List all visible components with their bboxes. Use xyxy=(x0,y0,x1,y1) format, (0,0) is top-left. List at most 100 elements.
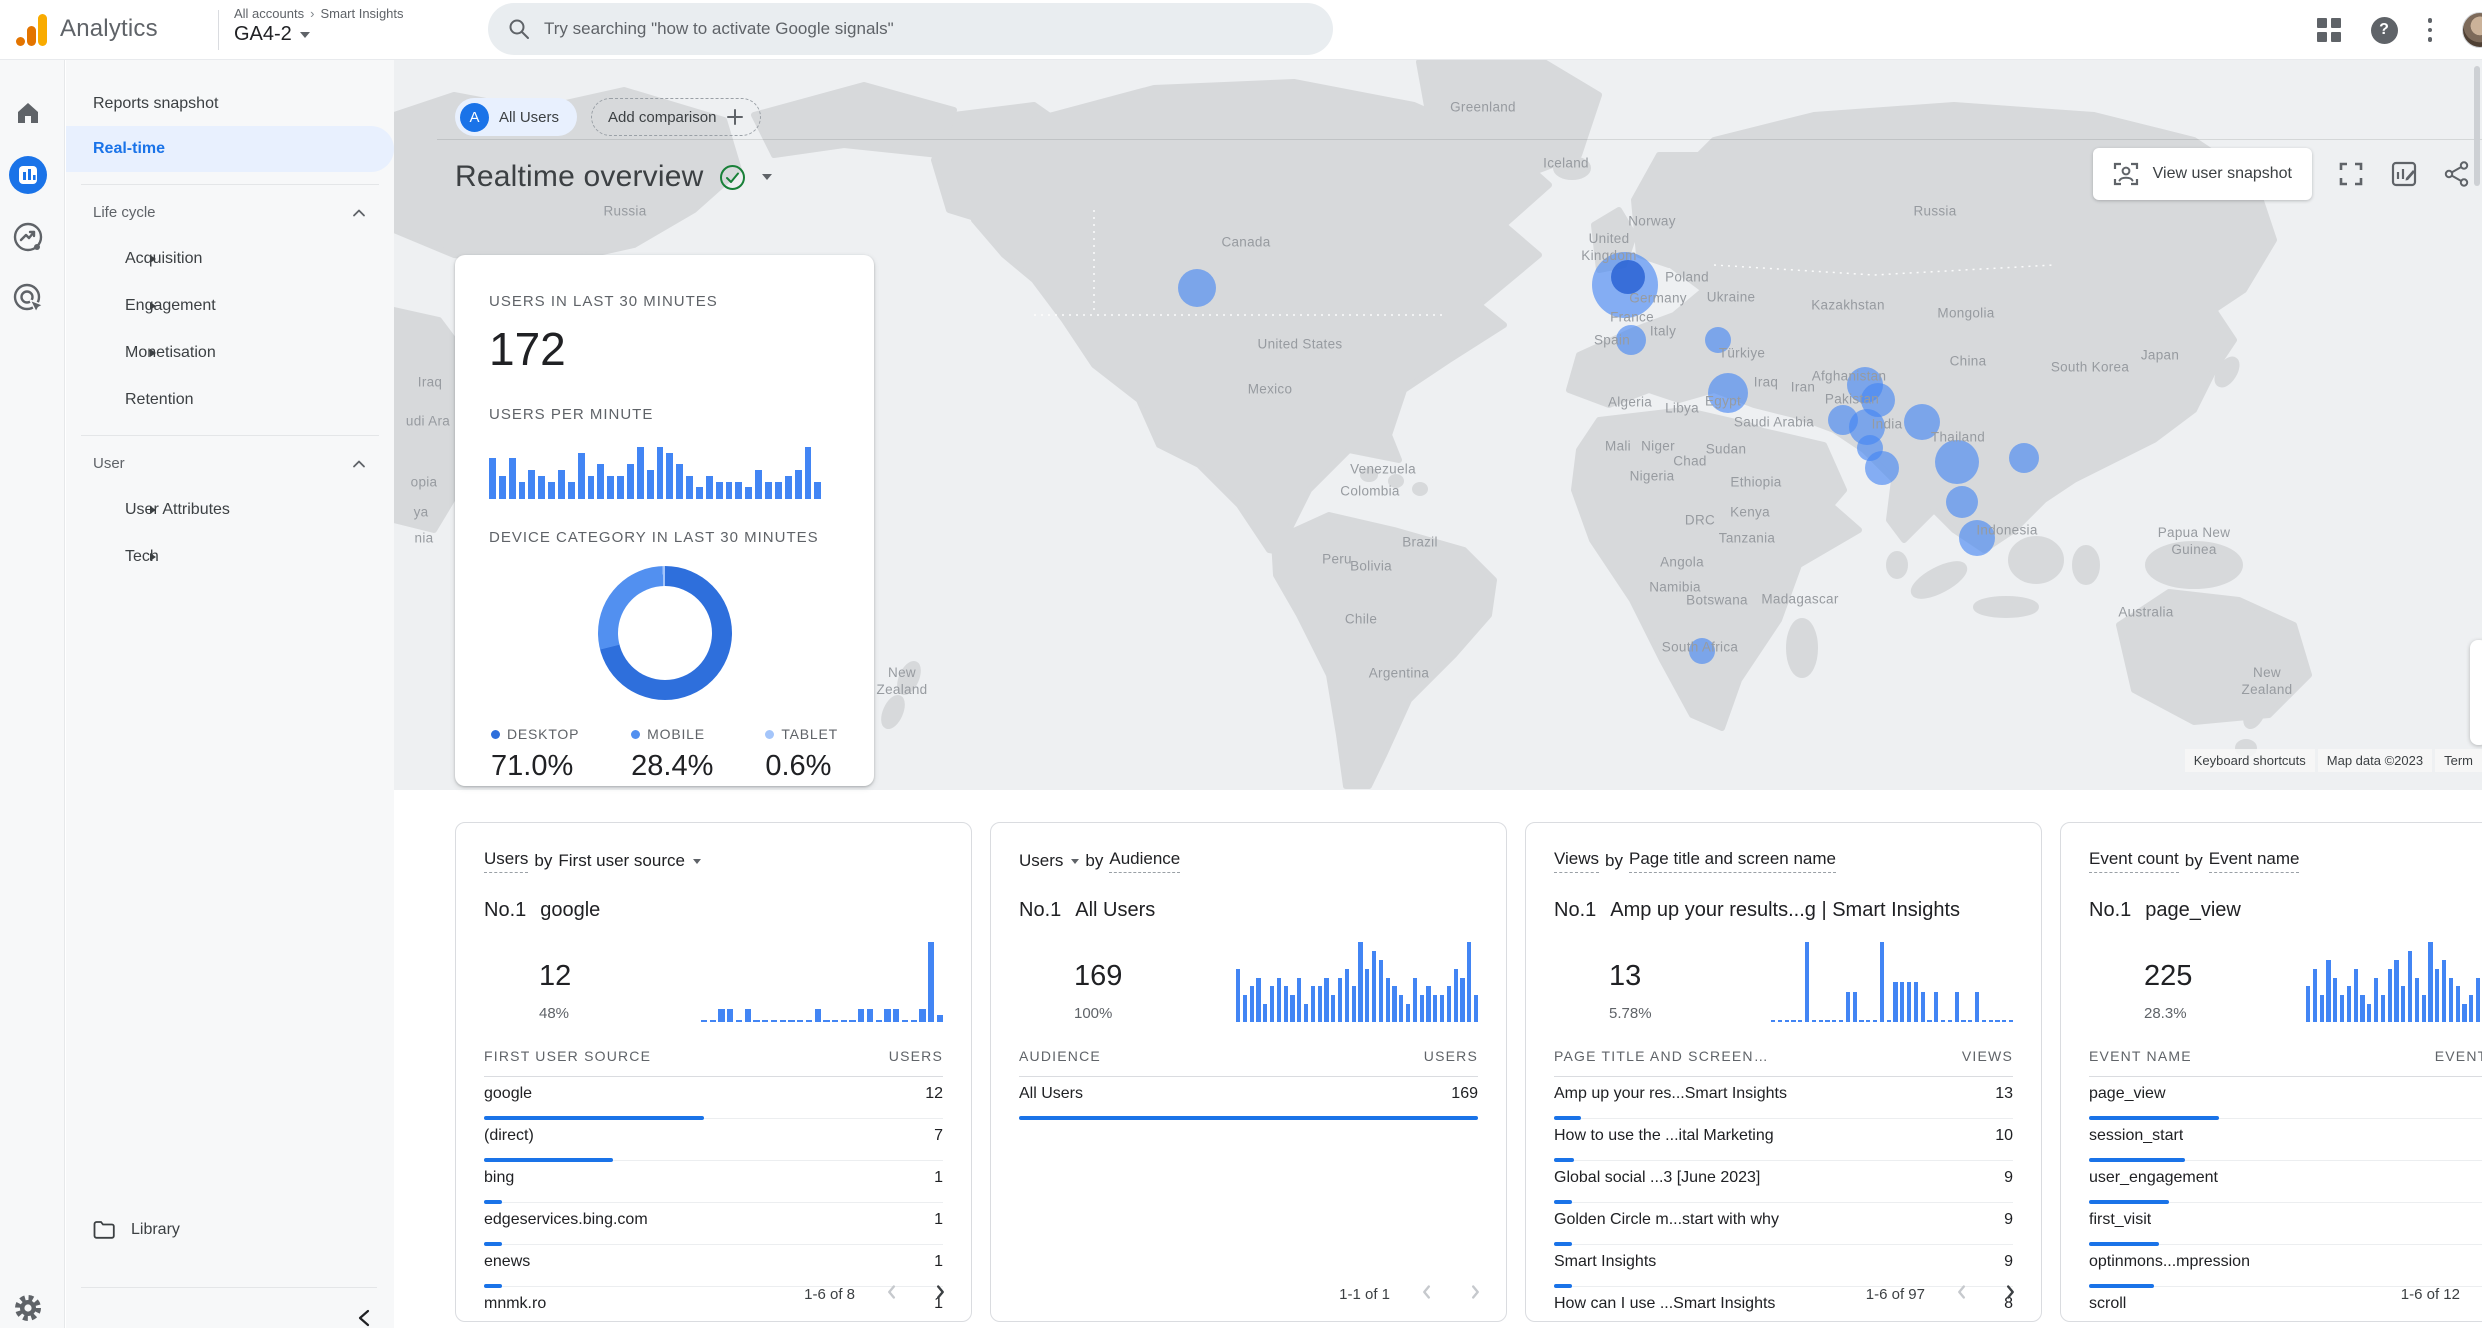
next-page-icon[interactable] xyxy=(1999,1281,2021,1303)
search-bar[interactable] xyxy=(488,3,1333,55)
sparkline-bar xyxy=(1798,1020,1802,1022)
card-title-part[interactable]: Views xyxy=(1554,849,1599,873)
per-minute-bar xyxy=(706,476,713,499)
home-nav-button[interactable] xyxy=(8,93,48,133)
sparkline-bar xyxy=(762,1020,768,1022)
sidebar-item-acquisition[interactable]: Acquisition xyxy=(66,235,394,282)
add-comparison-button[interactable]: Add comparison xyxy=(591,98,761,136)
row-value: 1 xyxy=(934,1253,943,1271)
card-title-part[interactable]: Event name xyxy=(2209,849,2300,873)
reports-nav-button[interactable] xyxy=(8,155,48,195)
sidebar-section-header[interactable]: Life cycle xyxy=(66,189,394,235)
sidebar-item-user-attributes[interactable]: User Attributes xyxy=(66,486,394,533)
sidebar-item-monetisation[interactable]: Monetisation xyxy=(66,329,394,376)
dropdown-caret-icon[interactable] xyxy=(1071,859,1079,864)
apps-grid-icon[interactable] xyxy=(2317,18,2341,42)
fullscreen-icon[interactable] xyxy=(2338,161,2364,187)
card-title-part[interactable]: Users xyxy=(1019,851,1063,871)
sidebar-item-realtime-active[interactable]: Real-time xyxy=(66,126,394,172)
rank-value: page_view xyxy=(2145,899,2241,922)
user-avatar[interactable] xyxy=(2462,12,2482,48)
card-title-part[interactable]: Users xyxy=(484,849,528,873)
view-user-snapshot-button[interactable]: View user snapshot xyxy=(2093,148,2312,200)
pagination-text: 1-6 of 8 xyxy=(804,1286,855,1303)
sparkline-bar xyxy=(1839,1020,1843,1022)
title-dropdown-caret[interactable] xyxy=(762,174,772,180)
per-minute-bar xyxy=(578,453,585,499)
page-scrollbar[interactable] xyxy=(2474,66,2480,186)
row-label: How to use the ...ital Marketing xyxy=(1554,1127,1774,1145)
data-quality-check-icon[interactable] xyxy=(719,164,746,191)
folder-icon xyxy=(93,1221,115,1239)
next-page-button[interactable] xyxy=(1464,1281,1486,1307)
breadcrumb[interactable]: All accounts›Smart Insights xyxy=(234,6,404,21)
card-sparkline xyxy=(1236,936,1478,1022)
share-icon[interactable] xyxy=(2444,161,2470,187)
card-title-part[interactable]: Page title and screen name xyxy=(1629,849,1836,873)
more-options-icon[interactable] xyxy=(2428,18,2433,42)
sparkline-bar xyxy=(815,1009,821,1022)
reports-icon xyxy=(8,155,48,195)
sidebar-item-tech[interactable]: Tech xyxy=(66,533,394,580)
map-country-label: Bolivia xyxy=(1350,559,1392,576)
map-data-credit: Map data ©2023 xyxy=(2318,749,2432,772)
analytics-logo-text[interactable]: Analytics xyxy=(60,15,158,43)
prev-page-icon[interactable] xyxy=(1416,1281,1438,1303)
map-country-label: Germany xyxy=(1629,291,1687,308)
sidebar-item-retention[interactable]: Retention xyxy=(66,376,394,423)
legend-dot-icon xyxy=(491,730,500,739)
sidebar-collapse-button[interactable] xyxy=(354,1307,376,1328)
sparkline-bar xyxy=(2449,978,2453,1022)
next-page-button[interactable] xyxy=(929,1281,951,1307)
breadcrumb-org[interactable]: Smart Insights xyxy=(320,6,403,21)
breadcrumb-all-accounts[interactable]: All accounts xyxy=(234,6,304,21)
sparkline-bar xyxy=(1379,960,1383,1022)
card-rank-line: No.1Amp up your results...g | Smart Insi… xyxy=(1554,899,2013,922)
dropdown-caret-icon[interactable] xyxy=(693,859,701,864)
prev-page-button[interactable] xyxy=(1951,1281,1973,1307)
map-country-label: Nigeria xyxy=(1630,469,1675,486)
admin-settings-button[interactable] xyxy=(8,1288,48,1328)
prev-page-button[interactable] xyxy=(1416,1281,1438,1307)
customize-report-icon[interactable] xyxy=(2390,160,2418,188)
terms-link[interactable]: Term xyxy=(2435,749,2482,772)
sparkline-bar xyxy=(2374,978,2378,1022)
sparkline-bar xyxy=(2313,969,2317,1022)
sparkline-bar xyxy=(1859,1020,1863,1022)
analytics-logo-icon[interactable] xyxy=(16,14,50,46)
property-selector[interactable]: GA4-2 xyxy=(234,23,310,46)
card-percent: 28.3% xyxy=(2144,1005,2192,1022)
sparkline-bar xyxy=(1324,978,1328,1022)
map-country-label: Ukraine xyxy=(1707,290,1756,307)
next-page-icon[interactable] xyxy=(929,1281,951,1303)
map-attribution: Keyboard shortcutsMap data ©2023Term xyxy=(2185,749,2482,772)
next-page-button[interactable] xyxy=(1999,1281,2021,1307)
prev-page-button[interactable] xyxy=(881,1281,903,1307)
expand-triangle-icon xyxy=(150,553,156,561)
next-page-icon[interactable] xyxy=(1464,1281,1486,1303)
map-country-label: Poland xyxy=(1665,270,1709,287)
map-zoom-control[interactable] xyxy=(2470,640,2482,745)
prev-page-icon[interactable] xyxy=(1951,1281,1973,1303)
explore-nav-button[interactable] xyxy=(8,217,48,257)
sidebar-item-engagement[interactable]: Engagement xyxy=(66,282,394,329)
chevron-up-icon xyxy=(352,455,366,472)
keyboard-shortcuts-link[interactable]: Keyboard shortcuts xyxy=(2185,749,2315,772)
sparkline-bar xyxy=(1880,942,1884,1022)
map-country-label: Indonesia xyxy=(1976,523,2037,540)
card-title-part[interactable]: First user source xyxy=(558,851,685,871)
card-title-part[interactable]: Event count xyxy=(2089,849,2179,873)
advertising-nav-button[interactable] xyxy=(8,278,48,318)
sidebar-section-header[interactable]: User xyxy=(66,440,394,486)
comparison-chip-all-users[interactable]: A All Users xyxy=(455,98,577,136)
search-input[interactable] xyxy=(544,19,1313,39)
row-label: bing xyxy=(484,1169,514,1187)
map-country-label: Chile xyxy=(1345,612,1377,629)
help-icon[interactable]: ? xyxy=(2371,17,2398,44)
per-minute-bar xyxy=(499,476,506,499)
prev-page-icon[interactable] xyxy=(881,1281,903,1303)
sidebar-item-reports-snapshot[interactable]: Reports snapshot xyxy=(66,82,394,126)
card-title-part[interactable]: Audience xyxy=(1109,849,1180,873)
sidebar-item-library[interactable]: Library xyxy=(66,1208,394,1252)
sparkline-bar xyxy=(1420,995,1424,1022)
